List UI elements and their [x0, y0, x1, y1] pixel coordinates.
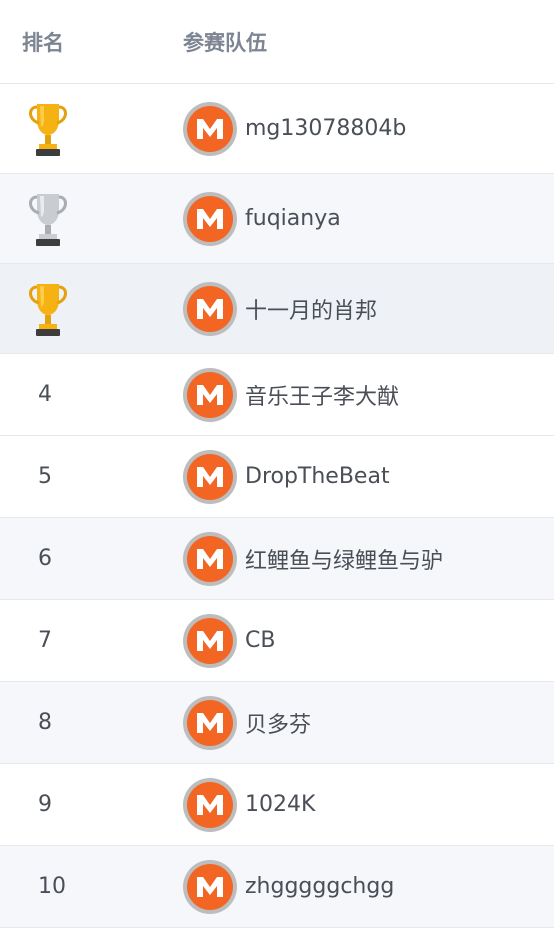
table-row[interactable]: mg13078804b [0, 84, 554, 174]
mango-logo-icon [187, 535, 233, 582]
rank-number: 8 [38, 710, 52, 735]
team-name: 贝多芬 [245, 712, 312, 738]
team-name: zhgggggchgg [245, 874, 395, 899]
team-name: 音乐王子李大猷 [245, 384, 400, 410]
rank-column-header: 排名 [22, 30, 64, 55]
rank-cell: 5 [0, 464, 155, 489]
team-cell: 贝多芬 [155, 695, 554, 750]
avatar [183, 449, 237, 504]
avatar [183, 613, 237, 668]
mango-logo-icon [187, 105, 233, 152]
team-cell: 音乐王子李大猷 [155, 367, 554, 422]
gold-trophy-icon [24, 278, 72, 340]
avatar [183, 191, 237, 246]
avatar [183, 777, 237, 832]
mango-logo-icon [187, 195, 233, 242]
mango-logo-icon [187, 285, 233, 332]
mango-logo-icon [187, 371, 233, 418]
avatar [183, 101, 237, 156]
table-header: 排名 参赛队伍 [0, 0, 554, 84]
avatar [183, 531, 237, 586]
table-row[interactable]: 7 CB [0, 600, 554, 682]
avatar [183, 695, 237, 750]
mango-logo-icon [187, 781, 233, 828]
table-row[interactable]: 9 1024K [0, 764, 554, 846]
team-name: DropTheBeat [245, 464, 390, 489]
table-row[interactable]: fuqianya [0, 174, 554, 264]
avatar [183, 859, 237, 914]
avatar [183, 281, 237, 336]
table-row[interactable]: 十一月的肖邦 [0, 264, 554, 354]
team-cell: 十一月的肖邦 [155, 281, 554, 336]
table-row[interactable]: 6 红鲤鱼与绿鲤鱼与驴 [0, 518, 554, 600]
rank-cell: 4 [0, 382, 155, 407]
rank-cell: 8 [0, 710, 155, 735]
table-row[interactable]: 5 DropTheBeat [0, 436, 554, 518]
team-cell: zhgggggchgg [155, 859, 554, 914]
avatar [183, 367, 237, 422]
team-cell: mg13078804b [155, 101, 554, 156]
rank-cell: 6 [0, 546, 155, 571]
mango-logo-icon [187, 863, 233, 910]
rank-cell: 9 [0, 792, 155, 817]
rank-cell [0, 188, 155, 250]
leaderboard-table: 排名 参赛队伍 mg13078804b fuqianya 十一月的肖邦 4 音乐… [0, 0, 554, 928]
table-row[interactable]: 4 音乐王子李大猷 [0, 354, 554, 436]
table-row[interactable]: 8 贝多芬 [0, 682, 554, 764]
table-row[interactable]: 10 zhgggggchgg [0, 846, 554, 928]
mango-logo-icon [187, 617, 233, 664]
team-column-header: 参赛队伍 [183, 30, 267, 55]
team-name: mg13078804b [245, 116, 407, 141]
rank-cell: 7 [0, 628, 155, 653]
rank-number: 9 [38, 792, 52, 817]
team-cell: DropTheBeat [155, 449, 554, 504]
rank-cell [0, 278, 155, 340]
rank-cell [0, 98, 155, 160]
team-name: 十一月的肖邦 [245, 298, 378, 324]
mango-logo-icon [187, 453, 233, 500]
team-name: CB [245, 628, 276, 653]
team-name: fuqianya [245, 206, 341, 231]
team-cell: CB [155, 613, 554, 668]
rank-number: 10 [38, 874, 66, 899]
silver-trophy-icon [24, 188, 72, 250]
team-cell: 红鲤鱼与绿鲤鱼与驴 [155, 531, 554, 586]
team-name: 红鲤鱼与绿鲤鱼与驴 [245, 548, 444, 574]
team-cell: fuqianya [155, 191, 554, 246]
rank-number: 7 [38, 628, 52, 653]
mango-logo-icon [187, 699, 233, 746]
rank-number: 6 [38, 546, 52, 571]
rank-number: 5 [38, 464, 52, 489]
team-name: 1024K [245, 792, 316, 817]
rank-cell: 10 [0, 874, 155, 899]
gold-trophy-icon [24, 98, 72, 160]
rank-number: 4 [38, 382, 52, 407]
team-cell: 1024K [155, 777, 554, 832]
